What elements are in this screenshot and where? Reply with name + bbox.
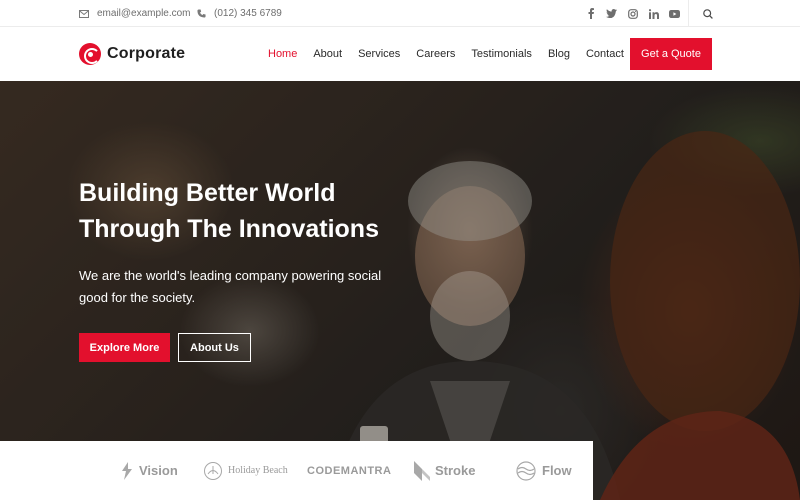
- nav-testimonials[interactable]: Testimonials: [471, 48, 532, 60]
- search-icon: [702, 8, 713, 19]
- envelope-icon: [79, 9, 89, 18]
- brand-name: CODEMANTRA: [307, 464, 392, 477]
- brand-logo-stroke: Stroke: [414, 441, 475, 500]
- brand-logo-codemantra: CODEMANTRA: [307, 441, 391, 500]
- brand-name: Flow: [542, 463, 572, 478]
- instagram-icon[interactable]: [627, 8, 638, 19]
- main-nav: Home About Services Careers Testimonials…: [268, 27, 640, 81]
- youtube-icon[interactable]: [669, 8, 680, 19]
- hero-title-line2: Through The Innovations: [79, 215, 379, 243]
- twitter-icon[interactable]: [606, 8, 617, 19]
- brand-name: Vision: [139, 463, 178, 478]
- linkedin-icon[interactable]: [648, 8, 659, 19]
- nav-careers[interactable]: Careers: [416, 48, 455, 60]
- nav-home[interactable]: Home: [268, 48, 297, 60]
- brand-logo-flow: Flow: [515, 441, 572, 500]
- hero-subtitle: We are the world's leading company power…: [79, 268, 382, 305]
- brand-name: Holiday Beach: [228, 465, 288, 476]
- brand-logo-holiday-beach: Holiday Beach: [203, 441, 288, 500]
- stroke-logo-icon: [414, 460, 430, 481]
- brand-logo-vision: Vision: [120, 441, 178, 500]
- nav-services[interactable]: Services: [358, 48, 400, 60]
- hero-title: Building Better World Through The Innova…: [79, 175, 419, 247]
- logo[interactable]: Corporate: [79, 43, 185, 65]
- contact-email[interactable]: email@example.com: [79, 0, 191, 27]
- flow-logo-icon: [516, 460, 536, 481]
- nav-about[interactable]: About: [313, 48, 342, 60]
- brand-logos-strip: Vision Holiday Beach CODEMANTRA Stroke F…: [0, 441, 593, 500]
- hero-title-line1: Building Better World: [79, 179, 336, 207]
- explore-more-button[interactable]: Explore More: [79, 333, 170, 362]
- top-bar: email@example.com (012) 345 6789: [0, 0, 800, 27]
- social-links: [585, 0, 680, 27]
- vision-logo-icon: [122, 461, 132, 480]
- nav-contact[interactable]: Contact: [586, 48, 624, 60]
- logo-text: Corporate: [107, 45, 186, 62]
- contact-phone-text: (012) 345 6789: [214, 8, 282, 19]
- get-quote-button[interactable]: Get a Quote: [630, 38, 712, 70]
- contact-email-text: email@example.com: [97, 8, 191, 19]
- hero-section: Building Better World Through The Innova…: [0, 81, 800, 500]
- facebook-icon[interactable]: [585, 8, 596, 19]
- main-header: Corporate Home About Services Careers Te…: [0, 27, 800, 81]
- about-us-button[interactable]: About Us: [178, 333, 251, 362]
- brand-name: Stroke: [435, 463, 476, 478]
- search-button[interactable]: [688, 0, 726, 27]
- nav-blog[interactable]: Blog: [548, 48, 570, 60]
- logo-icon: [79, 43, 101, 65]
- phone-icon: [197, 9, 206, 18]
- contact-phone[interactable]: (012) 345 6789: [197, 0, 282, 27]
- holiday-beach-logo-icon: [204, 461, 222, 480]
